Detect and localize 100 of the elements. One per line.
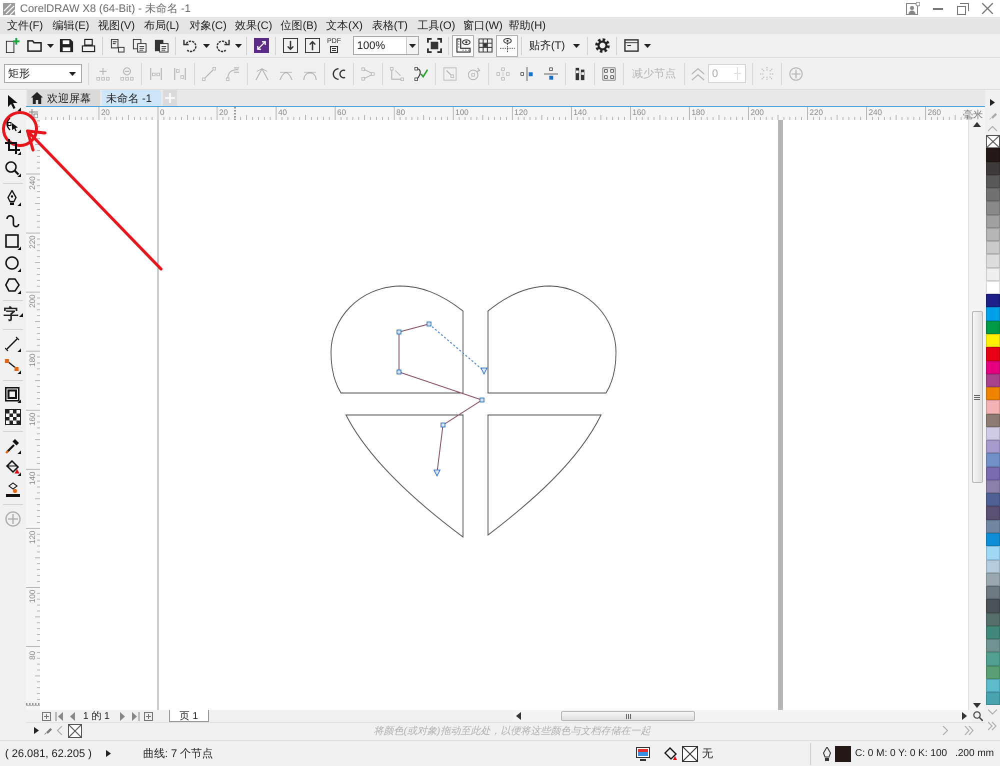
node-marker[interactable] <box>396 330 402 334</box>
color-swatch[interactable] <box>986 254 1000 268</box>
zoom-level-field[interactable]: 100% <box>353 36 419 55</box>
no-color-swatch[interactable] <box>68 724 82 738</box>
last-page-icon[interactable] <box>130 712 140 720</box>
menu-item[interactable]: 表格(T) <box>368 17 414 34</box>
rulers-toggle[interactable] <box>452 34 474 56</box>
caret-icon[interactable] <box>990 99 995 106</box>
heart-piece[interactable] <box>488 414 602 536</box>
color-swatch[interactable] <box>986 188 1000 202</box>
color-swatch[interactable] <box>986 493 1000 506</box>
ellipse-icon <box>5 256 21 272</box>
guidelines-toggle[interactable] <box>496 34 518 56</box>
color-swatch[interactable] <box>986 572 1000 586</box>
color-swatch[interactable] <box>986 520 1000 533</box>
window-title: CorelDRAW X8 (64-Bit) - 未命名 -1 <box>20 2 191 16</box>
color-swatch[interactable] <box>986 241 1000 254</box>
color-swatch[interactable] <box>986 148 1000 162</box>
color-swatch[interactable] <box>986 280 1000 294</box>
color-swatch[interactable] <box>986 387 1000 400</box>
object-type-dropdown[interactable]: 矩形 <box>4 64 82 83</box>
add-page-icon[interactable] <box>42 712 51 720</box>
menu-item[interactable]: 窗口(W) <box>458 17 505 34</box>
line-icon <box>5 336 21 352</box>
color-swatch[interactable] <box>986 612 1000 626</box>
tool-button[interactable]: 字 <box>2 304 24 326</box>
heart-piece[interactable] <box>330 286 464 394</box>
up-arrow-icon[interactable] <box>973 122 981 127</box>
color-swatch[interactable] <box>986 586 1000 600</box>
menu-item[interactable]: 文件(F) <box>3 17 49 34</box>
color-swatch[interactable] <box>986 294 1000 308</box>
menu-item[interactable]: 对象(C) <box>185 17 231 34</box>
menu-item[interactable]: 效果(C) <box>230 17 277 34</box>
color-swatch[interactable] <box>986 228 1000 242</box>
dropdown-button[interactable] <box>406 37 418 54</box>
node-marker[interactable] <box>396 370 402 374</box>
left-arrow-icon[interactable] <box>516 712 521 720</box>
node-marker[interactable] <box>426 322 432 326</box>
color-swatch[interactable] <box>986 532 1000 546</box>
scrollbar-thumb[interactable] <box>561 711 695 721</box>
color-swatch[interactable] <box>986 174 1000 188</box>
menu-item[interactable]: 编辑(E) <box>48 17 94 34</box>
color-swatch[interactable] <box>986 666 1000 679</box>
add-page-icon[interactable] <box>144 712 153 720</box>
node-marker[interactable] <box>440 422 446 428</box>
zoom-button[interactable] <box>970 710 985 722</box>
menu-item[interactable]: 视图(V) <box>94 17 140 34</box>
down-arrow-icon[interactable] <box>973 703 981 708</box>
color-swatch[interactable] <box>986 453 1000 467</box>
document-tab[interactable]: 欢迎屏幕 <box>27 90 100 106</box>
pencil-icon[interactable] <box>44 726 52 734</box>
color-swatch[interactable] <box>986 347 1000 361</box>
color-swatch[interactable] <box>986 692 1000 706</box>
color-swatch[interactable] <box>986 374 1000 388</box>
color-swatch[interactable] <box>986 480 1000 494</box>
color-swatch[interactable] <box>986 546 1000 560</box>
document-tab[interactable]: 未命名 -1 <box>102 90 161 106</box>
menu-item[interactable]: 布局(L) <box>140 17 186 34</box>
caret-icon[interactable] <box>34 727 39 734</box>
color-swatch[interactable] <box>986 639 1000 652</box>
color-swatch[interactable] <box>986 426 1000 440</box>
color-swatch[interactable] <box>986 652 1000 666</box>
ruler-label: 160 <box>632 108 646 117</box>
menu-item[interactable]: 工具(O) <box>413 17 459 34</box>
menu-item[interactable]: 文本(X) <box>322 17 368 34</box>
no-color-swatch[interactable] <box>986 135 1000 148</box>
menu-item[interactable]: 帮助(H) <box>504 17 550 34</box>
first-page-icon[interactable] <box>55 712 64 720</box>
snap-to-button[interactable]: 贴齐(T) <box>525 34 584 56</box>
color-swatch[interactable] <box>986 400 1000 414</box>
color-swatch[interactable] <box>986 307 1000 321</box>
heart-piece[interactable] <box>346 414 464 538</box>
stretch-box-icon <box>443 66 457 80</box>
color-swatch[interactable] <box>986 599 1000 613</box>
color-swatch[interactable] <box>986 360 1000 374</box>
thin-cross-icon <box>733 67 742 80</box>
color-swatch[interactable] <box>986 506 1000 520</box>
color-swatch[interactable] <box>986 414 1000 427</box>
color-swatch[interactable] <box>986 560 1000 573</box>
node-marker[interactable] <box>480 368 488 375</box>
color-swatch[interactable] <box>986 214 1000 228</box>
app-logo-icon <box>3 2 15 14</box>
color-swatch[interactable] <box>986 466 1000 480</box>
node-marker[interactable] <box>433 470 441 477</box>
color-swatch[interactable] <box>986 162 1000 175</box>
page-tab[interactable]: 页 1 <box>168 710 210 722</box>
color-swatch[interactable] <box>986 268 1000 281</box>
heart-piece[interactable] <box>488 286 616 394</box>
outline-color-swatch <box>835 746 851 762</box>
node-marker[interactable] <box>480 398 484 402</box>
color-swatch[interactable] <box>986 440 1000 454</box>
color-swatch[interactable] <box>986 320 1000 334</box>
menu-item[interactable]: 位图(B) <box>276 17 322 34</box>
scrollbar-thumb[interactable] <box>972 311 982 483</box>
color-swatch[interactable] <box>986 201 1000 215</box>
color-swatch[interactable] <box>986 334 1000 348</box>
color-swatch[interactable] <box>986 626 1000 640</box>
ruler-label: 40 <box>278 108 287 117</box>
right-arrow-icon[interactable] <box>962 712 967 720</box>
color-swatch[interactable] <box>986 678 1000 692</box>
